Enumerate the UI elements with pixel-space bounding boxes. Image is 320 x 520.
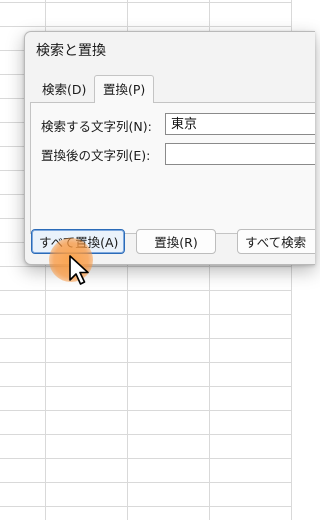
find-replace-dialog: 検索と置換 検索(D) 置換(P) 検索する文字列(N): 東京 置換後の文字列… <box>24 31 315 265</box>
find-all-button[interactable]: すべて検索 <box>237 229 315 254</box>
replace-with-input[interactable] <box>165 143 315 165</box>
tab-bar: 検索(D) 置換(P) <box>30 75 315 103</box>
dialog-title: 検索と置換 <box>36 43 106 59</box>
find-what-label: 検索する文字列(N): <box>41 119 152 134</box>
tab-replace[interactable]: 置換(P) <box>94 75 155 103</box>
replace-button[interactable]: 置換(R) <box>136 229 216 254</box>
replace-tab-panel: 検索する文字列(N): 東京 置換後の文字列(E): <box>30 102 315 234</box>
tab-find[interactable]: 検索(D) <box>34 78 94 102</box>
mouse-pointer-icon <box>69 255 89 285</box>
replace-with-label: 置換後の文字列(E): <box>41 148 151 163</box>
find-what-input[interactable]: 東京 <box>165 113 315 135</box>
